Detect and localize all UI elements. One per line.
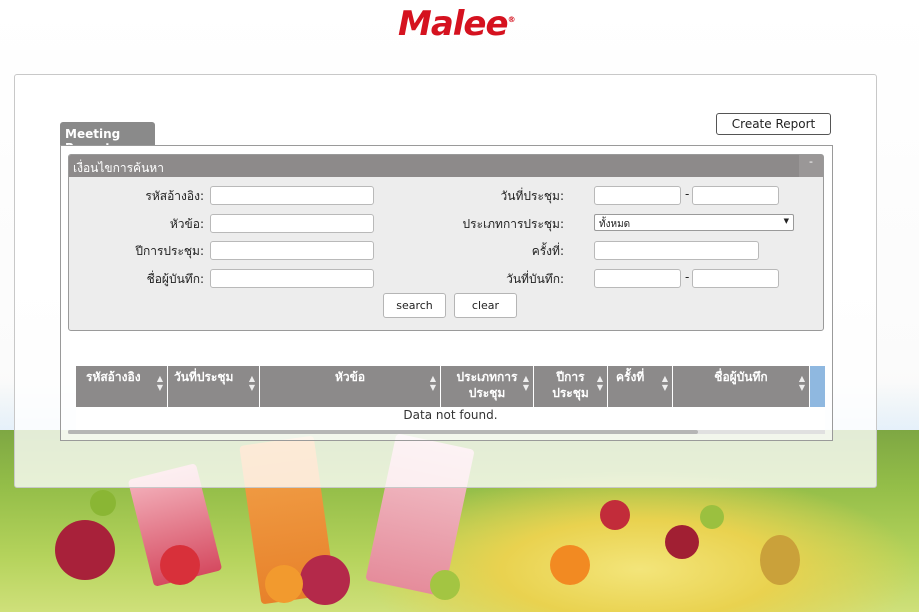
grid-body: Data not found. (76, 407, 825, 431)
column-label: รหัสอ้างอิง (86, 370, 141, 384)
meeting-year-label: ปีการประชุม: (135, 244, 204, 258)
logo-text: Malee (398, 4, 509, 44)
sort-icon: ▲ ▼ (596, 374, 603, 392)
fruit-image (600, 500, 630, 530)
search-conditions-header: เงื่อนไขการค้นหา - (69, 155, 823, 177)
meeting-date-to-input[interactable] (692, 186, 779, 205)
fruit-image (550, 545, 590, 585)
column-label: ประเภทการ (456, 370, 518, 384)
empty-message: Data not found. (403, 408, 498, 422)
fruit-image (665, 525, 699, 559)
search-conditions-title: เงื่อนไขการค้นหา (73, 161, 164, 175)
meeting-type-select[interactable]: ทั้งหมด ▼ (594, 214, 794, 231)
create-report-button[interactable]: Create Report (716, 113, 831, 135)
column-header-meeting-type[interactable]: ประเภทการ ประชุม ▲ ▼ (441, 366, 534, 407)
malee-logo: Malee® (398, 4, 528, 44)
sort-icon: ▲ ▼ (248, 374, 255, 392)
grid-header: รหัสอ้างอิง ▲ ▼ วันที่ประชุม ▲ ▼ หัวข้อ ▲ ▼… (76, 366, 825, 407)
session-label: ครั้งที่: (531, 244, 564, 258)
column-header-subject[interactable]: หัวข้อ ▲ ▼ (260, 366, 441, 407)
record-date-from-input[interactable] (594, 269, 681, 288)
column-label: ชื่อผู้บันทึก (714, 370, 768, 384)
sort-icon: ▲ ▼ (661, 374, 668, 392)
column-label: ประชุม (468, 386, 506, 400)
sort-icon: ▲ ▼ (429, 374, 436, 392)
meeting-date-from-input[interactable] (594, 186, 681, 205)
registered-mark: ® (507, 15, 516, 24)
tab-meeting-report[interactable]: Meeting Report (60, 122, 155, 155)
column-label: ครั้งที่ (616, 370, 645, 384)
fruit-image (300, 555, 350, 605)
fruit-image (430, 570, 460, 600)
meeting-date-label: วันที่ประชุม: (500, 189, 564, 203)
fruit-image (265, 565, 303, 603)
ref-id-label: รหัสอ้างอิง: (145, 189, 204, 203)
column-header-recorder[interactable]: ชื่อผู้บันทึก ▲ ▼ (673, 366, 810, 407)
meeting-date-separator: - (685, 187, 690, 201)
fruit-image (90, 490, 116, 516)
collapse-button[interactable]: - (799, 155, 823, 177)
sort-icon: ▲ ▼ (522, 374, 529, 392)
column-label: หัวข้อ (334, 370, 366, 384)
search-button[interactable]: search (383, 293, 446, 318)
dropdown-arrow-icon: ▼ (783, 217, 789, 225)
record-date-to-input[interactable] (692, 269, 779, 288)
column-label: วันที่ประชุม (174, 370, 234, 384)
column-label: ปีการ (556, 370, 585, 384)
meeting-type-label: ประเภทการประชุม: (462, 217, 564, 231)
meeting-year-input[interactable] (210, 241, 374, 260)
subject-input[interactable] (210, 214, 374, 233)
sort-icon: ▲ ▼ (156, 374, 163, 392)
horizontal-scrollbar-thumb[interactable] (68, 430, 698, 434)
ref-id-input[interactable] (210, 186, 374, 205)
column-header-meeting-date[interactable]: วันที่ประชุม ▲ ▼ (168, 366, 260, 407)
column-header-overflow (810, 366, 825, 407)
sort-icon: ▲ ▼ (798, 374, 805, 392)
column-header-ref-id[interactable]: รหัสอ้างอิง ▲ ▼ (76, 366, 168, 407)
column-header-session[interactable]: ครั้งที่ ▲ ▼ (608, 366, 673, 407)
fruit-image (160, 545, 200, 585)
column-label: ประชุม (552, 386, 589, 400)
fruit-image (760, 535, 800, 585)
recorder-input[interactable] (210, 269, 374, 288)
subject-label: หัวข้อ: (169, 217, 204, 231)
record-date-label: วันที่บันทึก: (506, 272, 564, 286)
fruit-image (700, 505, 724, 529)
record-date-separator: - (685, 270, 690, 284)
meeting-type-selected: ทั้งหมด (599, 219, 631, 230)
column-header-meeting-year[interactable]: ปีการ ประชุม ▲ ▼ (534, 366, 608, 407)
fruit-image (55, 520, 115, 580)
recorder-label: ชื่อผู้บันทึก: (146, 272, 204, 286)
session-input[interactable] (594, 241, 759, 260)
clear-button[interactable]: clear (454, 293, 517, 318)
